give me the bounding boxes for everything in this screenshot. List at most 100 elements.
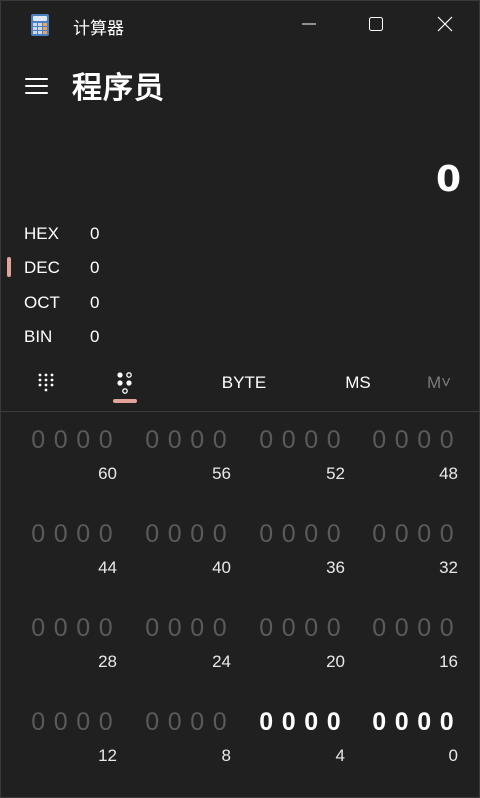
bit-toggle[interactable]: 0 xyxy=(27,708,50,737)
bit-toggle[interactable]: 0 xyxy=(164,708,187,737)
bit-toggle[interactable]: 0 xyxy=(368,614,391,643)
bit-toggle[interactable]: 0 xyxy=(141,614,164,643)
bit-position-label: 16 xyxy=(439,652,458,671)
bit-toggle[interactable]: 0 xyxy=(141,520,164,549)
bit-position-label: 40 xyxy=(212,558,231,577)
bit-toggle[interactable]: 0 xyxy=(27,426,50,455)
bit-toggle[interactable]: 0 xyxy=(209,614,232,643)
bit-toggle[interactable]: 0 xyxy=(95,708,118,737)
bit-toggle[interactable]: 0 xyxy=(368,708,391,737)
bit-toggle[interactable]: 0 xyxy=(95,614,118,643)
bit-toggle[interactable]: 0 xyxy=(186,708,209,737)
bit-toggle[interactable]: 0 xyxy=(436,426,459,455)
radix-row-dec[interactable]: DEC 0 xyxy=(1,251,201,285)
bit-toggle[interactable]: 0 xyxy=(255,520,278,549)
radix-row-bin[interactable]: BIN 0 xyxy=(1,320,201,354)
bit-toggle[interactable]: 0 xyxy=(95,426,118,455)
bit-toggle[interactable]: 0 xyxy=(300,426,323,455)
bit-toggle[interactable]: 0 xyxy=(300,520,323,549)
bit-toggle[interactable]: 0 xyxy=(50,614,73,643)
radix-row-oct[interactable]: OCT 0 xyxy=(1,286,201,320)
bit-toggle[interactable]: 0 xyxy=(255,708,278,737)
bit-toggle[interactable]: 0 xyxy=(186,520,209,549)
memory-store-button[interactable]: MS xyxy=(337,363,379,403)
bit-toggle[interactable]: 0 xyxy=(300,614,323,643)
bit-toggle[interactable]: 0 xyxy=(300,708,323,737)
bit-group: 0 0 0 0 20 xyxy=(255,614,351,684)
bit-toggle[interactable]: 0 xyxy=(186,426,209,455)
bit-toggle[interactable]: 0 xyxy=(323,426,346,455)
bit-toggle[interactable]: 0 xyxy=(368,426,391,455)
bit-toggle[interactable]: 0 xyxy=(278,708,301,737)
title-bar: 计算器 xyxy=(1,1,479,49)
bit-toggle[interactable]: 0 xyxy=(323,708,346,737)
bit-toggle[interactable]: 0 xyxy=(209,520,232,549)
memory-menu-button[interactable]: M˅ xyxy=(419,363,459,403)
maximize-button[interactable] xyxy=(363,11,389,37)
radix-value: 0 xyxy=(90,224,100,243)
close-icon xyxy=(437,16,453,32)
bit-toggle[interactable]: 0 xyxy=(436,520,459,549)
bit-digits: 0000 xyxy=(368,520,464,549)
bit-toggle[interactable]: 0 xyxy=(72,426,95,455)
bit-toggle[interactable]: 0 xyxy=(27,614,50,643)
bit-toggle[interactable]: 0 xyxy=(391,708,414,737)
bit-group: 0 0 0 0 60 xyxy=(27,426,123,496)
bit-toggle[interactable]: 0 xyxy=(391,520,414,549)
word-size-button[interactable]: BYTE xyxy=(215,363,273,403)
bit-digits: 0000 xyxy=(255,520,351,549)
radix-row-hex[interactable]: HEX 0 xyxy=(1,217,201,251)
bit-toggle[interactable]: 0 xyxy=(72,708,95,737)
bit-toggle[interactable]: 0 xyxy=(413,614,436,643)
bit-toggle[interactable]: 0 xyxy=(436,614,459,643)
bit-position-label: 44 xyxy=(98,558,117,577)
bit-toggle[interactable]: 0 xyxy=(209,426,232,455)
bit-toggle[interactable]: 0 xyxy=(50,426,73,455)
bit-toggle[interactable]: 0 xyxy=(436,708,459,737)
minimize-button[interactable] xyxy=(296,11,322,37)
full-keypad-button[interactable] xyxy=(31,363,61,403)
bit-group: 0 0 0 0 16 xyxy=(368,614,464,684)
bit-toggle[interactable]: 0 xyxy=(323,614,346,643)
bit-position-label: 0 xyxy=(448,746,458,765)
bit-toggle[interactable]: 0 xyxy=(278,520,301,549)
close-button[interactable] xyxy=(432,11,458,37)
bit-toggle[interactable]: 0 xyxy=(164,426,187,455)
bit-toggle[interactable]: 0 xyxy=(413,426,436,455)
bit-toggle[interactable]: 0 xyxy=(278,426,301,455)
bit-toggle[interactable]: 0 xyxy=(323,520,346,549)
bit-digits: 0000 xyxy=(141,520,237,549)
bit-toggle[interactable]: 0 xyxy=(186,614,209,643)
bit-toggle[interactable]: 0 xyxy=(413,520,436,549)
bit-toggle[interactable]: 0 xyxy=(209,708,232,737)
bit-toggle[interactable]: 0 xyxy=(368,520,391,549)
bit-toggle[interactable]: 0 xyxy=(141,426,164,455)
bit-toggle[interactable]: 0 xyxy=(72,520,95,549)
bit-position-label: 20 xyxy=(326,652,345,671)
bit-toggling-keypad-button[interactable] xyxy=(109,363,141,403)
bit-position-label: 56 xyxy=(212,464,231,483)
bit-toggle[interactable]: 0 xyxy=(50,708,73,737)
programmer-toolbar: BYTE MS M˅ xyxy=(1,363,479,411)
bit-position-label: 24 xyxy=(212,652,231,671)
bit-toggle[interactable]: 0 xyxy=(72,614,95,643)
bit-toggle[interactable]: 0 xyxy=(413,708,436,737)
bit-toggle[interactable]: 0 xyxy=(255,426,278,455)
bit-toggle[interactable]: 0 xyxy=(278,614,301,643)
bit-toggle[interactable]: 0 xyxy=(95,520,118,549)
bit-group: 0 0 0 0 44 xyxy=(27,520,123,590)
hamburger-menu-icon[interactable] xyxy=(25,75,49,95)
bit-toggle[interactable]: 0 xyxy=(164,520,187,549)
bit-toggle[interactable]: 0 xyxy=(164,614,187,643)
calculator-window: 计算器 程序员 0 HEX 0 DEC 0 OCT 0 BIN 0 BYTE M… xyxy=(0,0,480,798)
bit-toggle[interactable]: 0 xyxy=(255,614,278,643)
bit-toggle[interactable]: 0 xyxy=(27,520,50,549)
bit-toggle[interactable]: 0 xyxy=(391,614,414,643)
app-title: 计算器 xyxy=(73,19,124,39)
bit-toggle[interactable]: 0 xyxy=(50,520,73,549)
bit-toggle[interactable]: 0 xyxy=(391,426,414,455)
active-tab-underline xyxy=(113,399,137,403)
radix-value: 0 xyxy=(90,293,100,312)
bit-toggle[interactable]: 0 xyxy=(141,708,164,737)
maximize-icon xyxy=(369,17,383,31)
